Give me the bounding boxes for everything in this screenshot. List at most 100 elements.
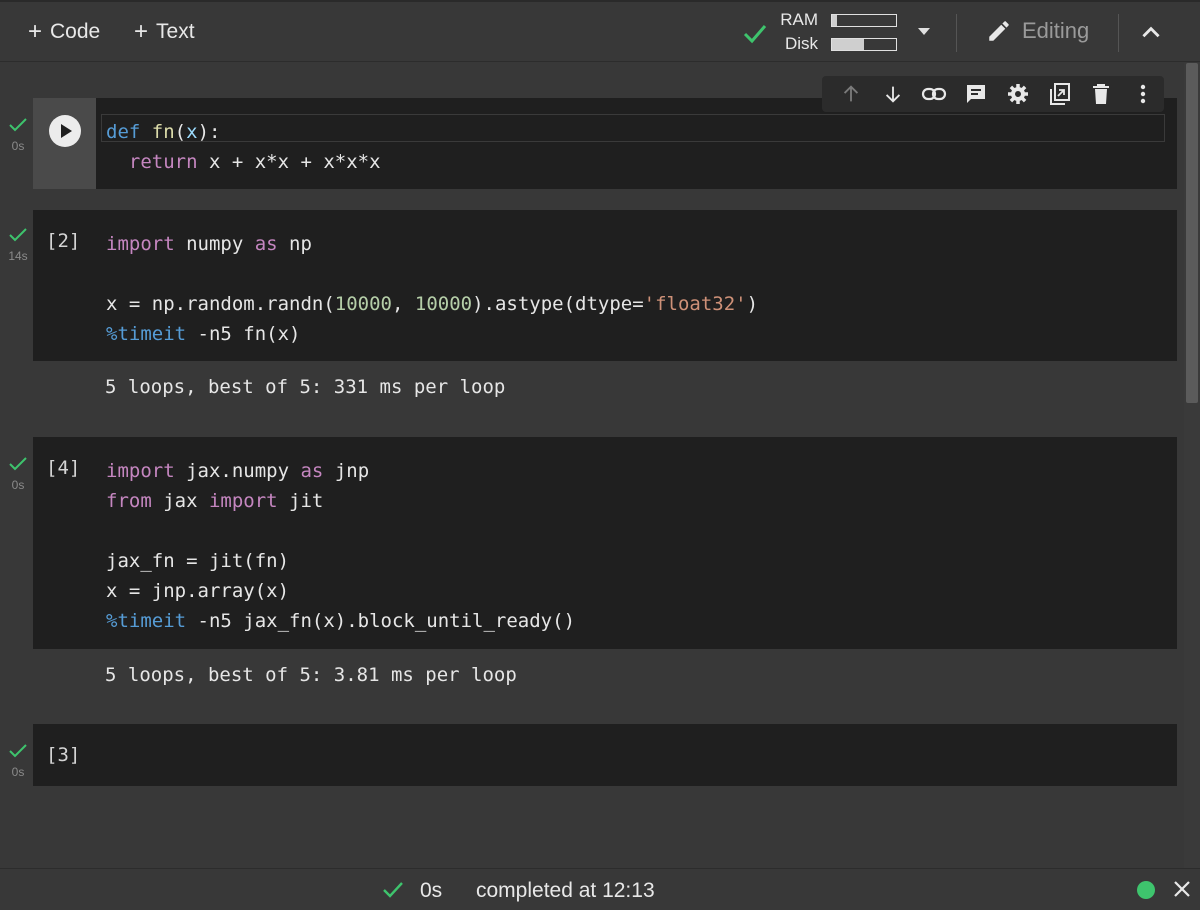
editing-label: Editing	[1022, 18, 1090, 43]
code-token: -n5 fn(x)	[186, 323, 301, 345]
pencil-icon	[989, 21, 1009, 41]
plus-icon: +	[134, 18, 149, 45]
code-editor[interactable]: import numpy as np x = np.random.randn(1…	[106, 229, 758, 349]
plus-icon: +	[28, 18, 43, 45]
code-line: x = jnp.array(x)	[106, 576, 575, 606]
code-line: def fn(x):	[106, 117, 381, 147]
editing-mode-button[interactable]: Editing	[986, 18, 1089, 44]
code-token: return	[128, 151, 198, 173]
status-message: completed at 12:13	[476, 879, 655, 902]
play-icon	[49, 115, 81, 147]
execution-count: [2]	[46, 230, 81, 252]
disk-usage-bar	[831, 38, 897, 51]
resource-monitor[interactable]: RAM Disk	[740, 10, 940, 56]
code-token: def	[106, 121, 141, 143]
ram-usage-fill	[832, 15, 838, 26]
code-cell[interactable]: [4] import jax.numpy as jnp from jax impo…	[33, 437, 1177, 649]
code-token: jax_fn = jit(fn)	[106, 550, 290, 572]
code-token: 10000	[414, 293, 473, 315]
execution-count: [4]	[46, 457, 81, 479]
notebook-area: 0s def fn(x): return x + x*x + x*x*x 14s…	[0, 63, 1183, 868]
check-icon	[9, 228, 27, 242]
code-editor[interactable]: import jax.numpy as jnp from jax import j…	[106, 456, 575, 636]
disk-usage-fill	[832, 39, 864, 50]
code-token: %timeit	[106, 610, 187, 632]
code-token: fn	[151, 121, 175, 143]
chevron-up-icon[interactable]	[1138, 20, 1164, 46]
cell-duration: 0s	[11, 478, 25, 492]
cell-output: 5 loops, best of 5: 331 ms per loop	[105, 376, 506, 398]
code-line: return x + x*x + x*x*x	[106, 147, 381, 177]
move-up-button[interactable]	[830, 76, 872, 112]
settings-button[interactable]	[997, 76, 1039, 112]
code-line: x = np.random.randn(10000, 10000).astype…	[106, 289, 758, 319]
code-token: x	[186, 121, 198, 143]
code-line: from jax import jit	[106, 486, 575, 516]
cell-status: 0s	[6, 117, 30, 153]
mirror-cell-icon	[1049, 83, 1070, 105]
check-icon	[383, 882, 403, 898]
check-icon	[9, 744, 27, 758]
code-token: numpy	[174, 233, 255, 255]
add-text-label: Text	[156, 20, 195, 43]
code-editor[interactable]: def fn(x): return x + x*x + x*x*x	[106, 117, 381, 177]
more-options-button[interactable]	[1122, 76, 1164, 112]
check-icon	[9, 118, 27, 132]
cell-status: 0s	[6, 456, 30, 492]
code-token: 10000	[334, 293, 392, 315]
code-token: x = np.random.randn(	[106, 293, 335, 315]
move-down-icon	[885, 86, 900, 103]
add-text-button[interactable]: + Text	[134, 20, 195, 44]
code-token: x = jnp.array(x)	[106, 580, 290, 602]
mirror-cell-button[interactable]	[1039, 76, 1081, 112]
cell-duration: 14s	[8, 249, 28, 263]
code-token: ).astype(dtype=	[472, 293, 644, 315]
code-token: ,	[391, 293, 415, 315]
code-line: %timeit -n5 jax_fn(x).block_until_ready(…	[106, 606, 575, 636]
code-token: 'float32'	[643, 293, 747, 315]
link-button[interactable]	[914, 76, 956, 112]
ram-usage-bar	[831, 14, 897, 27]
code-token: jnp	[323, 460, 370, 482]
scrollbar-thumb[interactable]	[1186, 63, 1198, 403]
code-token: import	[106, 460, 175, 482]
code-cell[interactable]: [2] import numpy as np x = np.random.ran…	[33, 210, 1177, 361]
check-icon	[9, 457, 27, 471]
code-token: )	[746, 293, 759, 315]
code-token: jit	[277, 490, 324, 512]
cell-duration: 0s	[11, 139, 25, 153]
delete-cell-button[interactable]	[1081, 76, 1123, 112]
cell-toolbar	[822, 76, 1164, 112]
move-down-button[interactable]	[872, 76, 914, 112]
run-cell-button[interactable]	[33, 98, 96, 189]
toolbar-divider	[956, 14, 957, 52]
connection-status-indicator	[1137, 881, 1155, 899]
code-cell[interactable]: [3]	[33, 724, 1177, 786]
comment-button[interactable]	[955, 76, 997, 112]
code-token: jax	[151, 490, 209, 512]
disk-label: Disk	[784, 34, 818, 53]
add-code-label: Code	[50, 20, 101, 43]
code-token: as	[254, 233, 278, 255]
code-token: jax.numpy	[174, 460, 301, 482]
top-toolbar: + Code + Text RAM Disk Editing	[0, 0, 1200, 62]
cell-duration: 0s	[11, 765, 25, 779]
chevron-down-icon[interactable]	[918, 28, 930, 35]
add-code-button[interactable]: + Code	[28, 20, 100, 44]
code-token: from	[106, 490, 152, 512]
check-icon	[743, 25, 767, 44]
execution-duration: 0s	[420, 879, 443, 902]
execution-count: [3]	[46, 744, 81, 766]
cell-status: 0s	[6, 743, 30, 779]
close-icon[interactable]	[1172, 879, 1192, 899]
cell-status: 14s	[6, 227, 30, 263]
vertical-scrollbar[interactable]	[1184, 63, 1200, 868]
link-icon	[922, 87, 947, 101]
code-token: import	[208, 490, 278, 512]
ram-label: RAM	[780, 10, 818, 29]
move-up-icon	[843, 85, 858, 102]
toolbar-divider	[1118, 14, 1119, 52]
code-token: import	[106, 233, 175, 255]
